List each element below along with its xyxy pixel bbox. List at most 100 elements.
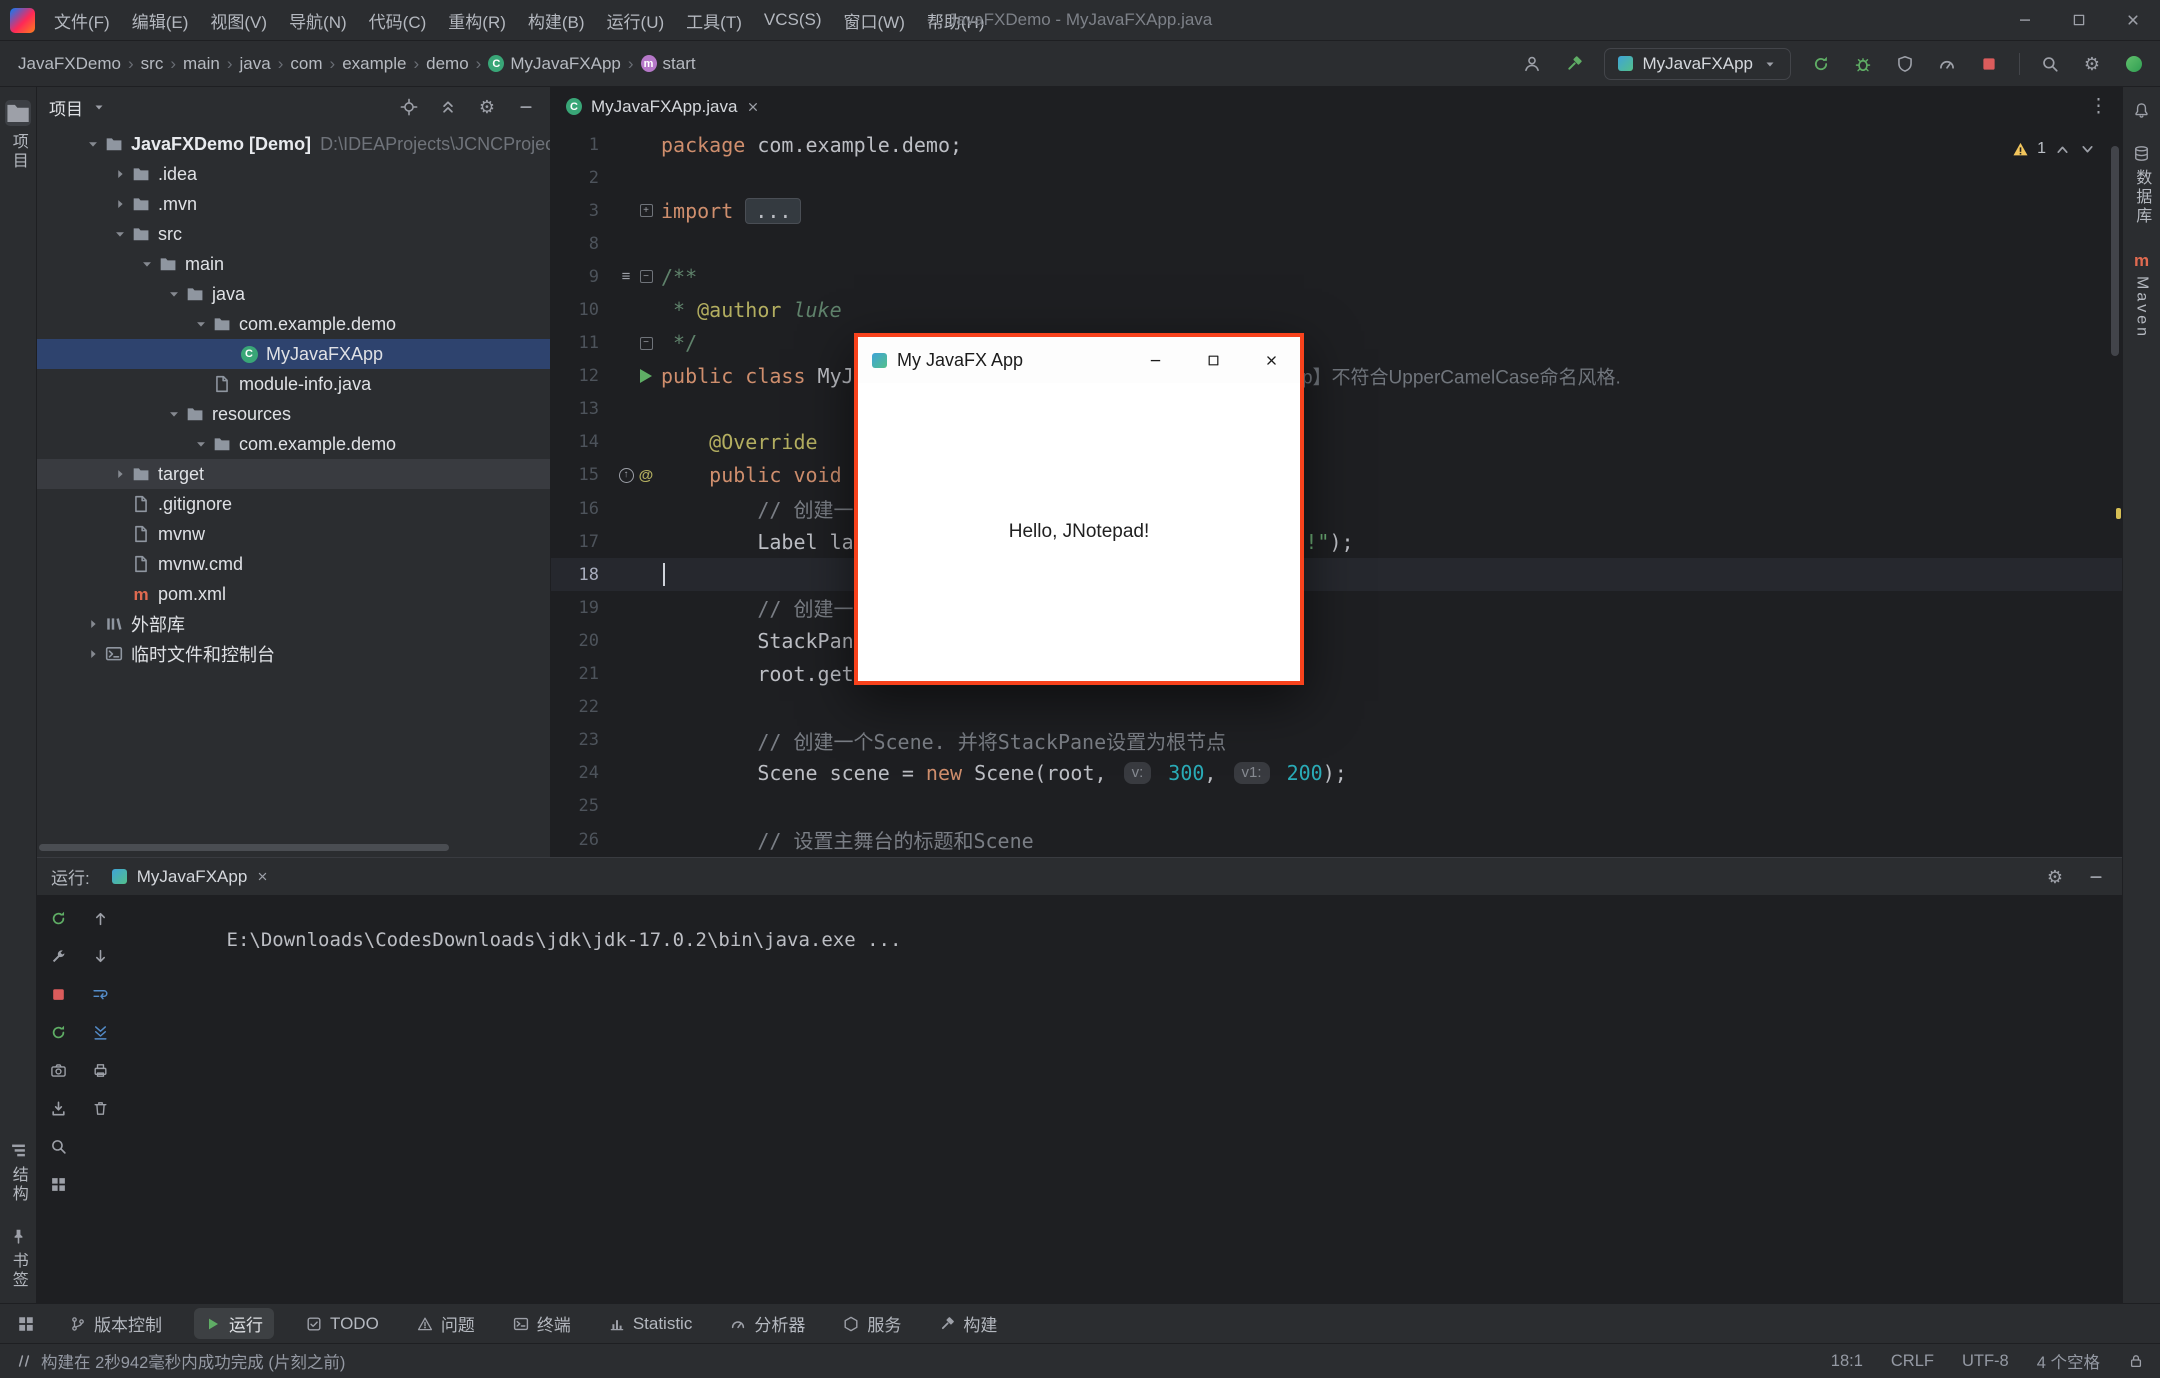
toolwindow-终端[interactable]: 终端 (507, 1308, 577, 1339)
settings-button[interactable]: ⚙ (2043, 865, 2067, 889)
code-line-12[interactable]: 12public class MyJavaFXApp extends Appli… (551, 360, 2122, 393)
tree-item-外部库[interactable]: 外部库 (37, 609, 550, 639)
breadcrumb-com[interactable]: com (286, 51, 326, 77)
tree-item-.mvn[interactable]: .mvn (37, 189, 550, 219)
tree-item-临时文件和控制台[interactable]: 临时文件和控制台 (37, 639, 550, 669)
breadcrumb-demo[interactable]: demo (422, 51, 473, 77)
search-button[interactable] (46, 1134, 70, 1158)
window-minimize-button[interactable] (1998, 0, 2052, 40)
user-button[interactable] (1520, 52, 1544, 76)
code-line-22[interactable]: 22 (551, 691, 2122, 724)
console-output[interactable]: E:\Downloads\CodesDownloads\jdk\jdk-17.0… (121, 896, 2122, 1303)
stripe-书签[interactable]: 书签 (0, 1223, 36, 1295)
menu-构建(B)[interactable]: 构建(B) (517, 0, 596, 40)
chevron-right-icon[interactable] (110, 167, 130, 181)
restart-button[interactable] (46, 1020, 70, 1044)
toolwindow-Statistic[interactable]: Statistic (603, 1311, 699, 1337)
window-maximize-button[interactable] (2052, 0, 2106, 40)
code-line-24[interactable]: 24 Scene scene = new Scene(root, v: 300,… (551, 757, 2122, 790)
tree-item-module-info.java[interactable]: module-info.java (37, 369, 550, 399)
settings-button[interactable]: ⚙ (2080, 52, 2104, 76)
menu-VCS(S)[interactable]: VCS(S) (753, 0, 833, 40)
code-line-9[interactable]: 9≡−/** (551, 260, 2122, 293)
code-line-26[interactable]: 26 // 设置主舞台的标题和Scene (551, 823, 2122, 856)
breadcrumb-class[interactable]: CMyJavaFXApp (484, 51, 625, 77)
debug-button[interactable] (1851, 52, 1875, 76)
rerun-button[interactable] (1809, 52, 1833, 76)
tree-item-com.example.demo[interactable]: com.example.demo (37, 309, 550, 339)
close-icon[interactable] (746, 100, 760, 114)
toolwindow-问题[interactable]: 问题 (411, 1308, 481, 1339)
bell-button[interactable] (2123, 97, 2160, 124)
editor-tab[interactable]: C MyJavaFXApp.java (551, 87, 775, 126)
lock-icon[interactable] (2128, 1353, 2144, 1369)
breadcrumb-src[interactable]: src (137, 51, 168, 77)
code-line-3[interactable]: 3+import ... (551, 194, 2122, 227)
code-line-18[interactable]: 18 (551, 558, 2122, 591)
chevron-right-icon[interactable] (110, 467, 130, 481)
stripe-结构[interactable]: 结构 (0, 1137, 36, 1209)
menu-视图(V)[interactable]: 视图(V) (199, 0, 278, 40)
camera-button[interactable] (46, 1058, 70, 1082)
code-line-16[interactable]: 16 // 创建一个Label标签 (551, 492, 2122, 525)
rerun-button[interactable] (46, 906, 70, 930)
run-tab[interactable]: MyJavaFXApp (102, 858, 280, 895)
caret-position[interactable]: 18:1 (1831, 1352, 1863, 1371)
tree-item-resources[interactable]: resources (37, 399, 550, 429)
inspection-widget[interactable]: 1 (2012, 140, 2096, 158)
menu-导航(N)[interactable]: 导航(N) (278, 0, 358, 40)
code-line-17[interactable]: 17 Label label = new Label(text: "Hello,… (551, 525, 2122, 558)
project-panel-title[interactable]: 项目 (49, 95, 83, 120)
tree-item-.gitignore[interactable]: .gitignore (37, 489, 550, 519)
wrap-button[interactable] (88, 982, 112, 1006)
tree-item-mvnw.cmd[interactable]: mvnw.cmd (37, 549, 550, 579)
coverage-button[interactable] (1893, 52, 1917, 76)
tree-item-.idea[interactable]: .idea (37, 159, 550, 189)
toolwindow-运行[interactable]: 运行 (194, 1308, 274, 1339)
menu-窗口(W)[interactable]: 窗口(W) (833, 0, 916, 40)
import-button[interactable] (46, 1096, 70, 1120)
breadcrumb-JavaFXDemo[interactable]: JavaFXDemo (14, 51, 125, 77)
prev-warning-icon[interactable] (2054, 141, 2071, 158)
menu-工具(T)[interactable]: 工具(T) (675, 0, 753, 40)
wrench-button[interactable] (46, 944, 70, 968)
toolwindow-分析器[interactable]: 分析器 (724, 1308, 811, 1339)
print-button[interactable] (88, 1058, 112, 1082)
chevron-down-icon[interactable] (191, 437, 211, 451)
clear-button[interactable] (88, 1096, 112, 1120)
settings-button[interactable]: ⚙ (475, 95, 499, 119)
stripe-项目[interactable]: 项目 (0, 95, 36, 176)
chevron-down-icon[interactable] (137, 257, 157, 271)
app-window-titlebar[interactable]: My JavaFX App (858, 337, 1300, 383)
menu-编辑(E)[interactable]: 编辑(E) (121, 0, 200, 40)
chevron-down-icon[interactable] (91, 99, 107, 115)
chevron-right-icon[interactable] (83, 647, 103, 661)
code-line-13[interactable]: 13 (551, 393, 2122, 426)
javafx-app-window[interactable]: My JavaFX App Hello, JNotepad! (854, 333, 1304, 685)
menu-重构(R)[interactable]: 重构(R) (437, 0, 517, 40)
code-line-11[interactable]: 11− */ (551, 327, 2122, 360)
code-line-8[interactable]: 8 (551, 227, 2122, 260)
layout-button[interactable] (46, 1172, 70, 1196)
code-line-10[interactable]: 10 * @author luke (551, 293, 2122, 326)
code-line-15[interactable]: 15↑@ public void start(Stage primaryStag… (551, 459, 2122, 492)
chevron-right-icon[interactable] (83, 617, 103, 631)
chevron-down-icon[interactable] (164, 287, 184, 301)
hide-button[interactable] (514, 95, 538, 119)
up-button[interactable] (88, 906, 112, 930)
search-button[interactable] (2038, 52, 2062, 76)
app-window-close-button[interactable] (1242, 337, 1300, 383)
code-line-19[interactable]: 19 // 创建一个StackPane布局 (551, 591, 2122, 624)
code-line-14[interactable]: 14 @Override (551, 426, 2122, 459)
chevron-right-icon[interactable] (110, 197, 130, 211)
tree-item-java[interactable]: java (37, 279, 550, 309)
scrollend-button[interactable] (88, 1020, 112, 1044)
stripe-Maven[interactable]: mMaven (2123, 247, 2160, 344)
profiler-button[interactable] (1935, 52, 1959, 76)
locate-button[interactable] (397, 95, 421, 119)
tree-item-com.example.demo[interactable]: com.example.demo (37, 429, 550, 459)
toolwindow-构建[interactable]: 构建 (933, 1308, 1003, 1339)
line-separator[interactable]: CRLF (1891, 1352, 1934, 1371)
chevron-down-icon[interactable] (164, 407, 184, 421)
toolwindow-版本控制[interactable]: 版本控制 (64, 1308, 168, 1339)
